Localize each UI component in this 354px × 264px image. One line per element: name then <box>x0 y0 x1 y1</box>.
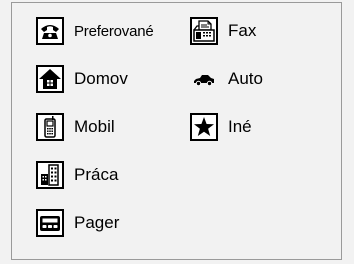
phone-type-fax[interactable]: Fax <box>190 17 256 45</box>
phone-type-work[interactable]: Práca <box>36 161 118 189</box>
phone-type-work-label: Práca <box>74 165 119 184</box>
office-building-icon <box>36 161 64 189</box>
phone-type-other-label: Iné <box>228 117 252 136</box>
phone-type-other[interactable]: Iné <box>190 113 252 141</box>
phone-type-home[interactable]: Domov <box>36 65 128 93</box>
phone-type-fax-label: Fax <box>228 21 257 40</box>
phone-type-car-label: Auto <box>228 69 263 88</box>
phone-type-panel: Preferované Domov Mobil Práca Pager Fax … <box>11 2 342 260</box>
pager-icon <box>36 209 64 237</box>
phone-type-pager-label: Pager <box>74 213 120 232</box>
fax-machine-icon <box>190 17 218 45</box>
phone-type-home-label: Domov <box>74 69 128 88</box>
phone-type-mobile-label: Mobil <box>74 117 115 136</box>
phone-type-preferred[interactable]: Preferované <box>36 17 154 45</box>
house-icon <box>36 65 64 93</box>
phone-type-mobile[interactable]: Mobil <box>36 113 115 141</box>
phone-type-preferred-label: Preferované <box>74 22 154 40</box>
phone-type-car[interactable]: Auto <box>190 65 263 93</box>
star-icon <box>190 113 218 141</box>
car-icon <box>190 65 218 93</box>
telephone-icon <box>36 17 64 45</box>
phone-type-pager[interactable]: Pager <box>36 209 119 237</box>
mobile-phone-icon <box>36 113 64 141</box>
